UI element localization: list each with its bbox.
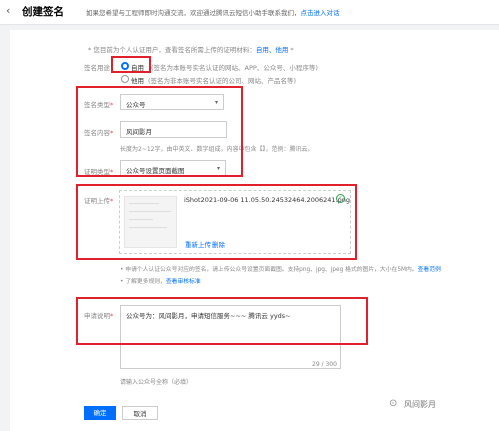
highlight-apply-description (76, 297, 368, 345)
usage-self-description: (签名为本账号实名认证的网站、APP、公众号、小程序等) (151, 64, 318, 72)
review-standard-link[interactable]: 查看审核标准 (166, 279, 201, 285)
personal-notice-end: * (288, 46, 294, 54)
personal-notice-text: * 您目前为个人认证用户，查看签名所需上传的证明材料： (88, 46, 256, 54)
view-example-link[interactable]: 查看范例 (418, 267, 441, 273)
confirm-button[interactable]: 确定 (84, 406, 116, 420)
usage-other-description: (签名为非本账号实名认证的公司、网站、产品名等) (148, 77, 297, 85)
cancel-button[interactable]: 取消 (122, 406, 158, 420)
usage-other-radio[interactable] (121, 75, 129, 83)
wechat-icon: ⊙ (389, 398, 398, 409)
highlight-signature-fields (76, 86, 243, 177)
apply-hint: 请输入公众号全称（必填） (120, 379, 193, 386)
personal-user-notice: * 您目前为个人认证用户，查看签名所需上传的证明材料：自用、他用 * (88, 44, 294, 54)
upload-note-rules-text: 了解更多规则， (125, 279, 166, 285)
upload-note-rules: • 了解更多规则，查看审核标准 (120, 279, 201, 285)
usage-label: 签名用途 (84, 64, 110, 72)
contact-notice-text: 如果您希望与工程师即时沟通交流，欢迎通过腾讯云短信小助手联系我们， (86, 9, 301, 17)
watermark-text: 风间影月 (404, 400, 436, 409)
enter-chat-link[interactable]: 点击进入对话 (301, 9, 340, 17)
char-counter: 29 / 300 (312, 361, 337, 368)
highlight-proof-upload (76, 184, 357, 260)
back-arrow-icon[interactable]: ‹ (6, 4, 10, 17)
top-bar: ‹ 创建签名 如果您希望与工程师即时沟通交流，欢迎通过腾讯云短信小助手联系我们，… (0, 0, 499, 25)
usage-other-option[interactable]: 他用 (131, 75, 144, 85)
usage-materials-link[interactable]: 自用、他用 (256, 46, 289, 54)
contact-notice: 如果您希望与工程师即时沟通交流，欢迎通过腾讯云短信小助手联系我们，点击进入对话 (86, 7, 340, 17)
page-title: 创建签名 (22, 6, 64, 18)
upload-note-format: • 申请个人认证公众号对应的签名，请上传公众号设置页面截图。支持png、jpg、… (120, 267, 441, 273)
highlight-usage-self (111, 56, 151, 73)
upload-note-format-text: 申请个人认证公众号对应的签名，请上传公众号设置页面截图。支持png、jpg、jp… (125, 267, 418, 273)
